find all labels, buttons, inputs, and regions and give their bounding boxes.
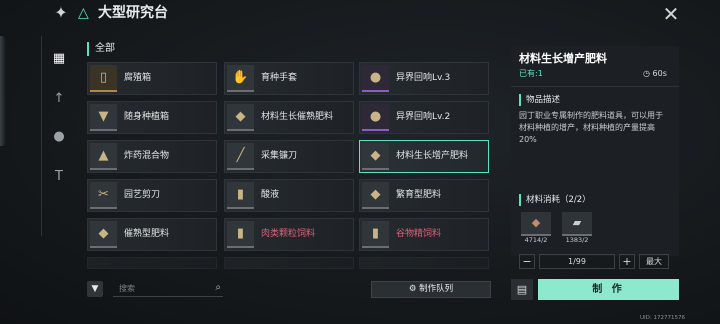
category-rail: ▦ ↑ ● T: [46, 46, 72, 206]
left-edge-handle: [0, 36, 6, 146]
search-field: ⌕: [113, 281, 223, 297]
item-label: 材料生长增产肥料: [396, 151, 469, 161]
craft-time-value: 60s: [652, 69, 667, 78]
craft-button[interactable]: 制 作: [538, 279, 679, 300]
item-label: 催熟型肥料: [124, 229, 170, 239]
close-icon[interactable]: ✕: [660, 3, 682, 25]
quantity-decrease-button[interactable]: −: [519, 254, 535, 269]
item-label: 采集镰刀: [261, 151, 298, 161]
divider: [511, 86, 679, 87]
item-cell[interactable]: [359, 257, 489, 269]
item-cell[interactable]: ✂ 园艺剪刀: [87, 179, 217, 212]
sickle-icon: ╱: [227, 143, 254, 170]
ingot-icon[interactable]: ▰: [562, 212, 592, 236]
item-description: 园丁职业专属制作的肥料道具，可以用于材料种植的增产，材料种植的产量提高20%: [519, 111, 663, 144]
fertilizer-bag-icon: ◆: [362, 143, 389, 170]
fertilizer-bag-icon: ◆: [90, 221, 117, 248]
item-label: 园艺剪刀: [124, 190, 161, 200]
category-label: 全部: [87, 42, 115, 56]
material-count: 1383/2: [565, 236, 589, 244]
item-grid: ▯ 腐殖箱 ✋ 育种手套 ● 异界回响Lv.3 ▼ 随身种植箱 ◆ 材料生长催熟肥料 ● 异界回响Lv…: [87, 62, 493, 272]
item-cell[interactable]: ╱ 采集镰刀: [224, 140, 354, 173]
uid-label: UID: 172771576: [640, 315, 685, 321]
sword-icon[interactable]: ↑: [46, 86, 72, 112]
item-label: 谷物精饲料: [396, 229, 442, 239]
item-cell[interactable]: ▲ 炸药混合物: [87, 140, 217, 173]
item-cell[interactable]: ✋ 育种手套: [224, 62, 354, 95]
planter-icon: ▼: [90, 104, 117, 131]
gloves-icon: ✋: [227, 65, 254, 92]
quantity-field[interactable]: 1/99: [539, 254, 615, 269]
orb-icon: ●: [362, 104, 389, 131]
rail-divider: [41, 36, 42, 236]
four-point-star-icon[interactable]: ✦: [52, 4, 70, 22]
box-icon: ▯: [90, 65, 117, 92]
item-label: 腐殖箱: [124, 73, 152, 83]
item-label: 异界回响Lv.3: [396, 73, 451, 83]
scissors-icon: ✂: [90, 182, 117, 209]
owned-count: 已有:1: [519, 69, 543, 78]
feed-bag-icon: ▮: [362, 221, 389, 248]
quantity-increase-button[interactable]: +: [619, 254, 635, 269]
item-label: 炸药混合物: [124, 151, 170, 161]
hammer-icon[interactable]: T: [46, 164, 72, 190]
item-cell[interactable]: [87, 257, 217, 269]
grenade-icon[interactable]: ●: [46, 124, 72, 150]
fertilizer-bag-icon: ◆: [227, 104, 254, 131]
description-heading: 物品描述: [519, 94, 560, 106]
orb-icon: ●: [362, 65, 389, 92]
item-cell[interactable]: ▯ 腐殖箱: [87, 62, 217, 95]
item-cell[interactable]: ◆ 材料生长增产肥料: [359, 140, 489, 173]
filter-icon[interactable]: ▼: [87, 281, 103, 297]
item-cell[interactable]: ◆ 繁育型肥料: [359, 179, 489, 212]
item-cell[interactable]: ◆ 材料生长催熟肥料: [224, 101, 354, 134]
feed-bag-icon: ▮: [227, 221, 254, 248]
item-label: 酸液: [261, 190, 280, 200]
triangle-icon: △: [78, 5, 89, 21]
item-cell[interactable]: ▮ 谷物精饲料: [359, 218, 489, 251]
item-cell[interactable]: ▼ 随身种植箱: [87, 101, 217, 134]
craft-queue-button[interactable]: ⚙ 制作队列: [371, 281, 491, 298]
max-quantity-button[interactable]: 最大: [639, 254, 669, 269]
acid-flask-icon: ▮: [227, 182, 254, 209]
grid-icon[interactable]: ▦: [46, 46, 72, 72]
item-label: 育种手套: [261, 73, 298, 83]
item-label: 繁育型肥料: [396, 190, 442, 200]
item-cell[interactable]: ▮ 肉类颗粒饲料: [224, 218, 354, 251]
item-label: 材料生长催熟肥料: [261, 112, 334, 122]
clock-icon: ◷: [643, 69, 650, 78]
item-cell[interactable]: ● 异界回响Lv.2: [359, 101, 489, 134]
search-icon[interactable]: ⌕: [215, 281, 221, 295]
craft-time: ◷ 60s: [643, 68, 667, 80]
item-label: 肉类颗粒饲料: [261, 229, 316, 239]
item-label: 随身种植箱: [124, 112, 170, 122]
page-title: 大型研究台: [98, 5, 168, 21]
item-label: 异界回响Lv.2: [396, 112, 451, 122]
explosive-mix-icon: ▲: [90, 143, 117, 170]
materials-heading: 材料消耗（2/2）: [519, 194, 591, 206]
item-cell[interactable]: ● 异界回响Lv.3: [359, 62, 489, 95]
fertilizer-sack-icon: ◆: [362, 182, 389, 209]
detail-item-name: 材料生长增产肥料: [519, 52, 607, 65]
recipe-doc-icon[interactable]: ▤: [511, 279, 533, 300]
gear-icon: ⚙: [408, 284, 417, 294]
craft-queue-label: 制作队列: [419, 284, 454, 294]
item-cell[interactable]: ◆ 催熟型肥料: [87, 218, 217, 251]
search-input[interactable]: [119, 281, 204, 295]
item-cell[interactable]: ▮ 酸液: [224, 179, 354, 212]
item-cell[interactable]: [224, 257, 354, 269]
material-count: 4714/2: [524, 236, 548, 244]
ore-icon[interactable]: ◆: [521, 212, 551, 236]
